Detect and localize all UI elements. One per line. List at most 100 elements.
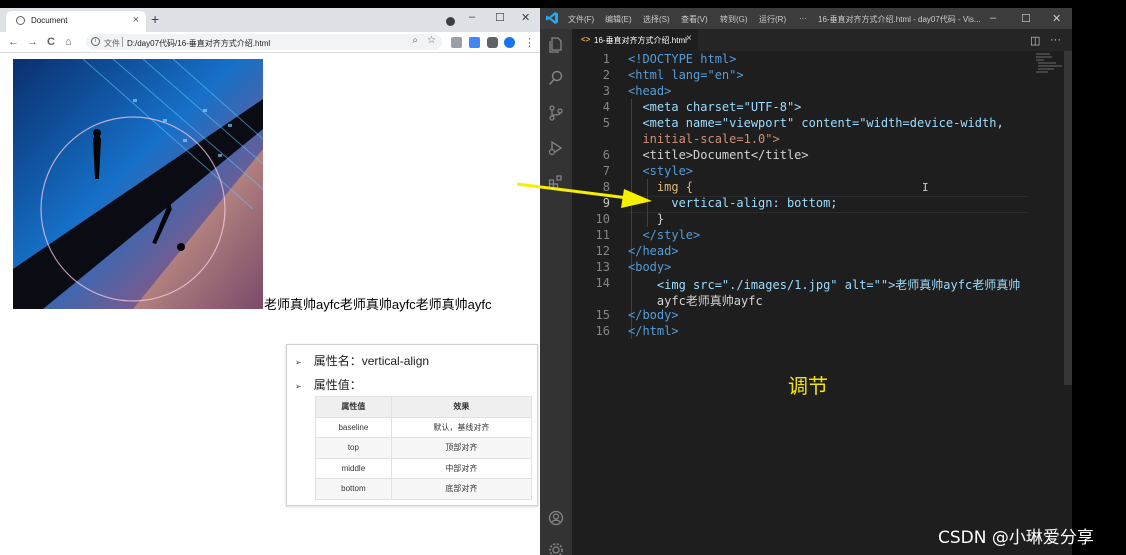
bullet-text: 属性值： xyxy=(313,378,362,392)
minimize-button[interactable]: – xyxy=(469,11,475,23)
close-window-button[interactable]: ✕ xyxy=(521,11,530,24)
account-icon[interactable] xyxy=(548,510,564,526)
line-number: 9 xyxy=(602,196,610,210)
code-line: initial-scale=1.0"> xyxy=(628,132,780,146)
line-number: 4 xyxy=(602,100,610,114)
minimap-preview-icon xyxy=(1036,53,1062,73)
code-line: <meta name="viewport" content="width=dev… xyxy=(628,116,1004,130)
line-number: 12 xyxy=(595,244,610,258)
split-editor-icon[interactable]: ◫ xyxy=(1030,34,1040,47)
demo-image xyxy=(13,59,263,309)
vscode-window: 文件(F) 编辑(E) 选择(S) 查看(V) 转到(G) 运行(R) ··· … xyxy=(540,8,1072,555)
watermark-text: CSDN @小琳爱分享 xyxy=(938,528,1094,548)
source-control-icon[interactable] xyxy=(548,105,564,121)
menu-view[interactable]: 查看(V) xyxy=(681,14,708,25)
code-line: </body> xyxy=(628,308,679,322)
new-tab-button[interactable]: + xyxy=(151,11,159,27)
code-line: <img src="./images/1.jpg" alt="">老师真帅ayf… xyxy=(628,278,1021,292)
table-header-row: 属性值 效果 xyxy=(315,396,533,418)
code-line: </head> xyxy=(628,244,679,258)
table-cell: 底部对齐 xyxy=(390,478,533,500)
menu-run[interactable]: 运行(R) xyxy=(759,14,786,25)
address-bar[interactable]: i 文件 D:/day07代码/16-垂直对齐方式介绍.html ⌕ ☆ xyxy=(86,34,442,50)
account-icon[interactable] xyxy=(504,37,515,48)
code-line: <head> xyxy=(628,84,672,98)
table-cell: top xyxy=(315,437,392,459)
menu-file[interactable]: 文件(F) xyxy=(568,14,594,25)
url-text[interactable]: D:/day07代码/16-垂直对齐方式介绍.html xyxy=(127,38,270,49)
vertical-align-reference-card: ➢ 属性名：vertical-align ➢ 属性值： 属性值 效果 baselin… xyxy=(286,344,538,506)
home-button[interactable]: ⌂ xyxy=(65,36,72,48)
star-icon[interactable]: ☆ xyxy=(427,35,436,46)
close-tab-icon[interactable]: × xyxy=(133,14,139,26)
line-number: 14 xyxy=(595,276,610,290)
more-actions-icon[interactable]: ··· xyxy=(1050,34,1061,46)
line-number: 15 xyxy=(595,308,610,322)
line-number: 8 xyxy=(602,180,610,194)
search-icon[interactable] xyxy=(548,70,564,86)
menu-more[interactable]: ··· xyxy=(799,14,807,23)
table-row: baseline 默认，基线对齐 xyxy=(315,416,533,438)
maximize-button[interactable]: ☐ xyxy=(1021,12,1031,25)
table-cell: bottom xyxy=(315,478,392,500)
menu-go[interactable]: 转到(G) xyxy=(720,14,748,25)
tab-title: Document xyxy=(31,16,68,25)
close-tab-icon[interactable]: × xyxy=(686,33,692,44)
html-file-icon: <> xyxy=(581,35,591,44)
run-debug-icon[interactable] xyxy=(548,140,564,156)
settings-gear-icon[interactable] xyxy=(548,542,564,555)
browser-tab-document[interactable]: Document × xyxy=(6,11,146,32)
menu-edit[interactable]: 编辑(E) xyxy=(605,14,632,25)
reload-button[interactable]: C xyxy=(47,36,55,48)
editor-scrollbar[interactable] xyxy=(1064,51,1072,385)
browser-menu-icon[interactable]: ⋮ xyxy=(524,36,535,49)
bullet-property-name: ➢ 属性名：vertical-align xyxy=(295,352,429,369)
editor-tab-active[interactable]: <> 16-垂直对齐方式介绍.html × xyxy=(572,29,698,51)
code-editor[interactable]: I 1 2 3 4 5 6 7 8 9 10 11 12 13 14 15 16… xyxy=(572,51,1072,555)
demo-inline-text: 老师真帅ayfc老师真帅ayfc老师真帅ayfc xyxy=(264,297,492,312)
table-cell: baseline xyxy=(315,416,392,438)
table-cell: 顶部对齐 xyxy=(390,437,533,459)
puzzle-extension-icon[interactable] xyxy=(487,37,498,48)
window-title: 16-垂直对齐方式介绍.html - day07代码 - Vis... xyxy=(818,15,981,24)
line-number: 11 xyxy=(595,228,610,242)
vscode-logo-icon xyxy=(546,12,558,24)
table-cell: 默认，基线对齐 xyxy=(390,416,533,438)
code-line: } xyxy=(628,212,665,226)
url-separator xyxy=(122,37,123,47)
globe-icon xyxy=(16,16,25,25)
code-line: <html lang="en"> xyxy=(628,68,744,82)
table-header: 效果 xyxy=(390,396,533,418)
zoom-icon[interactable]: ⌕ xyxy=(412,35,418,46)
line-number: 16 xyxy=(595,324,610,338)
maximize-button[interactable]: ☐ xyxy=(495,11,505,24)
code-line: img { xyxy=(628,180,694,194)
vscode-title-bar: 文件(F) 编辑(E) 选择(S) 查看(V) 转到(G) 运行(R) ··· … xyxy=(540,8,1072,29)
profile-icon[interactable] xyxy=(446,17,455,26)
table-cell: middle xyxy=(315,457,392,479)
forward-button[interactable]: → xyxy=(27,36,38,48)
minimap[interactable] xyxy=(1034,51,1064,81)
code-line: ayfc老师真帅ayfc xyxy=(628,294,763,308)
translate-extension-icon[interactable] xyxy=(469,37,480,48)
code-line: <style> xyxy=(628,164,694,178)
minimize-button[interactable]: – xyxy=(990,12,996,24)
code-line: <title>Document</title> xyxy=(628,148,809,162)
extensions-icon[interactable] xyxy=(548,174,564,190)
editor-tab-bar: <> 16-垂直对齐方式介绍.html × ◫ ··· xyxy=(572,29,1072,51)
annotation-text: 调节 xyxy=(788,374,828,398)
line-number: 10 xyxy=(595,212,610,226)
info-icon[interactable]: i xyxy=(91,37,100,46)
camera-extension-icon[interactable] xyxy=(451,37,462,48)
line-number: 7 xyxy=(602,164,610,178)
code-line: <body> xyxy=(628,260,672,274)
table-row: bottom 底部对齐 xyxy=(315,478,533,500)
bullet-property-values: ➢ 属性值： xyxy=(295,376,362,393)
arrow-bullet-icon: ➢ xyxy=(295,382,302,391)
bullet-text: 属性名：vertical-align xyxy=(313,354,430,368)
close-window-button[interactable]: ✕ xyxy=(1052,12,1061,25)
back-button[interactable]: ← xyxy=(8,36,19,48)
explorer-icon[interactable] xyxy=(548,37,564,53)
line-number: 3 xyxy=(602,84,610,98)
menu-selection[interactable]: 选择(S) xyxy=(643,14,670,25)
